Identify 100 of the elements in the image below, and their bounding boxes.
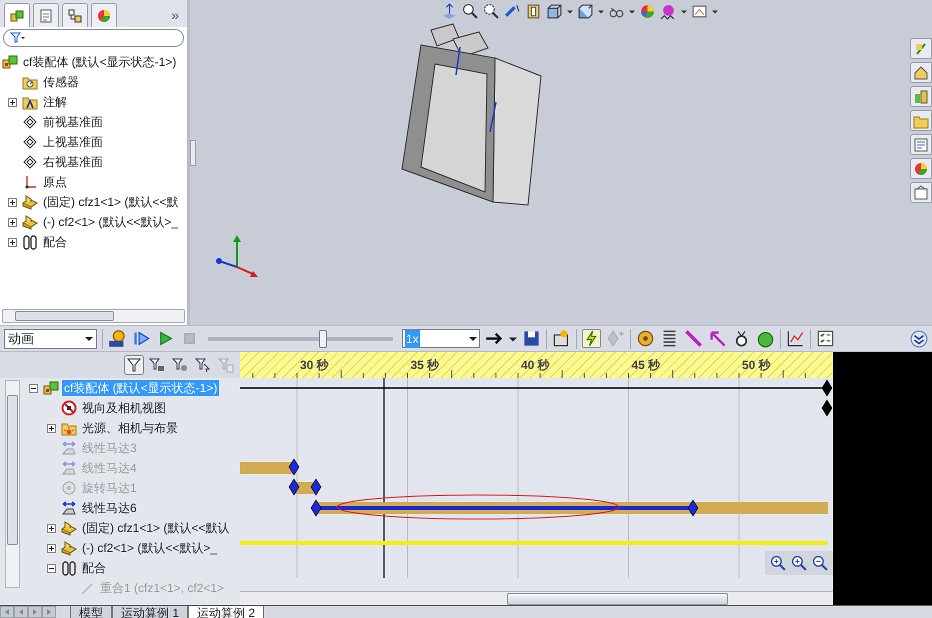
plane-icon <box>22 154 38 170</box>
expand-icon[interactable] <box>8 238 17 246</box>
home-icon <box>913 64 929 80</box>
tree-item[interactable]: 注解 <box>41 94 69 110</box>
appearance-icon[interactable] <box>638 3 656 20</box>
part-tab[interactable] <box>910 38 932 59</box>
property-tab[interactable] <box>33 3 59 27</box>
plane-icon <box>22 114 38 130</box>
tree-item[interactable]: (固定) cfz1<1> (默认<<默 <box>41 194 180 210</box>
configuration-tab[interactable] <box>62 3 88 27</box>
time-label: 45 秒 <box>632 357 660 374</box>
filter-button[interactable] <box>124 355 144 375</box>
time-label: 50 秒 <box>742 357 771 374</box>
expand-icon[interactable] <box>47 524 56 532</box>
checklist-icon[interactable] <box>816 329 835 348</box>
prohibited-icon <box>61 400 77 416</box>
cube-icon[interactable] <box>576 3 594 20</box>
keyframe-marker[interactable] <box>688 499 698 517</box>
keyframe-marker[interactable] <box>288 478 300 496</box>
tree-item[interactable]: (-) cf2<1> (默认<<默认>_ <box>80 540 220 556</box>
collapse-chevron-icon[interactable] <box>910 330 928 348</box>
cubes-icon <box>9 8 25 24</box>
pie-icon <box>96 8 112 24</box>
feature-tree-tab[interactable] <box>4 3 30 27</box>
tree-item[interactable]: 光源、相机与布景 <box>80 420 180 436</box>
plane-icon <box>22 134 38 150</box>
filter-icon <box>149 357 165 373</box>
keyframe-marker[interactable] <box>288 458 300 476</box>
filter-field[interactable] <box>3 29 184 47</box>
autokey-icon[interactable] <box>582 329 601 348</box>
motor-icon <box>61 480 77 496</box>
expand-icon[interactable] <box>47 544 56 552</box>
tree-item[interactable]: cf装配体 (默认<显示状态-1>) <box>21 54 178 70</box>
library-tab[interactable] <box>910 86 932 107</box>
axis-triad-icon <box>216 235 258 277</box>
document-icon <box>913 136 929 152</box>
part-icon <box>22 194 38 210</box>
part-icon <box>61 540 77 556</box>
scrollbar[interactable] <box>240 591 833 605</box>
collapse-icon[interactable] <box>29 384 38 392</box>
tree-item[interactable]: 配合 <box>80 560 108 576</box>
appearance-tab[interactable] <box>910 158 932 179</box>
paperclip-icon <box>22 234 38 250</box>
expand-icon[interactable] <box>8 198 17 206</box>
folder-tab[interactable] <box>910 110 932 131</box>
tree-item[interactable]: 前视基准面 <box>41 114 105 130</box>
home-tab[interactable] <box>910 62 932 83</box>
tree-item[interactable]: 线性马达6 <box>80 500 139 516</box>
tree-item[interactable]: 视向及相机视图 <box>80 400 168 416</box>
save-icon[interactable] <box>522 329 541 348</box>
assembly-icon <box>2 54 18 70</box>
time-ruler[interactable]: 30 秒 35 秒 40 秒 45 秒 50 秒 <box>240 352 833 378</box>
document-tab[interactable] <box>910 134 932 155</box>
clipboard-tab[interactable] <box>910 182 932 203</box>
tree-item[interactable]: (固定) cfz1<1> (默认<<默认 <box>80 520 232 536</box>
zoom-in-icon[interactable] <box>790 554 808 572</box>
expand-icon[interactable] <box>8 218 17 226</box>
slider-thumb[interactable] <box>318 330 327 348</box>
library-icon <box>913 88 929 104</box>
study-type-dropdown[interactable]: 动画 <box>4 328 97 348</box>
zoom-in-icon[interactable] <box>770 554 786 572</box>
part-icon <box>22 214 38 230</box>
splitter-handle[interactable] <box>190 140 196 166</box>
cube-icon[interactable] <box>546 3 562 20</box>
triad-icon[interactable] <box>440 3 458 20</box>
display-settings-icon[interactable] <box>690 3 708 20</box>
play-from-start-icon[interactable] <box>132 329 151 348</box>
tree-item[interactable]: (-) cf2<1> (默认<<默认>_ <box>41 214 180 230</box>
motor-icon[interactable] <box>636 329 655 348</box>
motor-icon <box>61 500 77 516</box>
gravity-arrow-icon[interactable] <box>708 329 727 348</box>
keyframe-marker[interactable] <box>310 478 322 496</box>
scrollbar[interactable] <box>5 380 20 588</box>
tree-item[interactable]: 原点 <box>41 174 69 190</box>
expand-icon[interactable] <box>47 424 56 432</box>
keyframe-marker[interactable] <box>310 499 322 517</box>
scrollbar[interactable] <box>2 309 185 323</box>
paperclip-icon <box>61 560 77 576</box>
display-tab[interactable] <box>91 3 117 27</box>
collapse-icon[interactable] <box>47 564 56 572</box>
filter-icon <box>126 357 142 373</box>
tree-item[interactable]: 配合 <box>41 234 69 250</box>
caret-icon <box>85 336 93 342</box>
zoom-out-icon[interactable] <box>812 554 828 572</box>
calculate-icon[interactable] <box>108 329 127 348</box>
render-icon[interactable] <box>552 329 571 348</box>
expand-icon[interactable] <box>8 98 17 106</box>
caret-icon <box>469 336 477 342</box>
filter-icon <box>10 32 26 44</box>
tree-item[interactable]: 传感器 <box>41 74 81 90</box>
more-tabs[interactable]: » <box>171 4 183 26</box>
filter-icon <box>172 357 188 373</box>
time-label: 30 秒 <box>300 357 329 374</box>
zoom-area-icon[interactable] <box>482 3 500 20</box>
zoom-fit-icon[interactable] <box>462 3 478 20</box>
document-icon <box>38 8 54 24</box>
tree-item[interactable]: 上视基准面 <box>41 134 105 150</box>
results-plot-icon[interactable] <box>786 329 805 348</box>
tree-item[interactable]: 右视基准面 <box>41 154 105 170</box>
filter-icon <box>218 357 234 373</box>
